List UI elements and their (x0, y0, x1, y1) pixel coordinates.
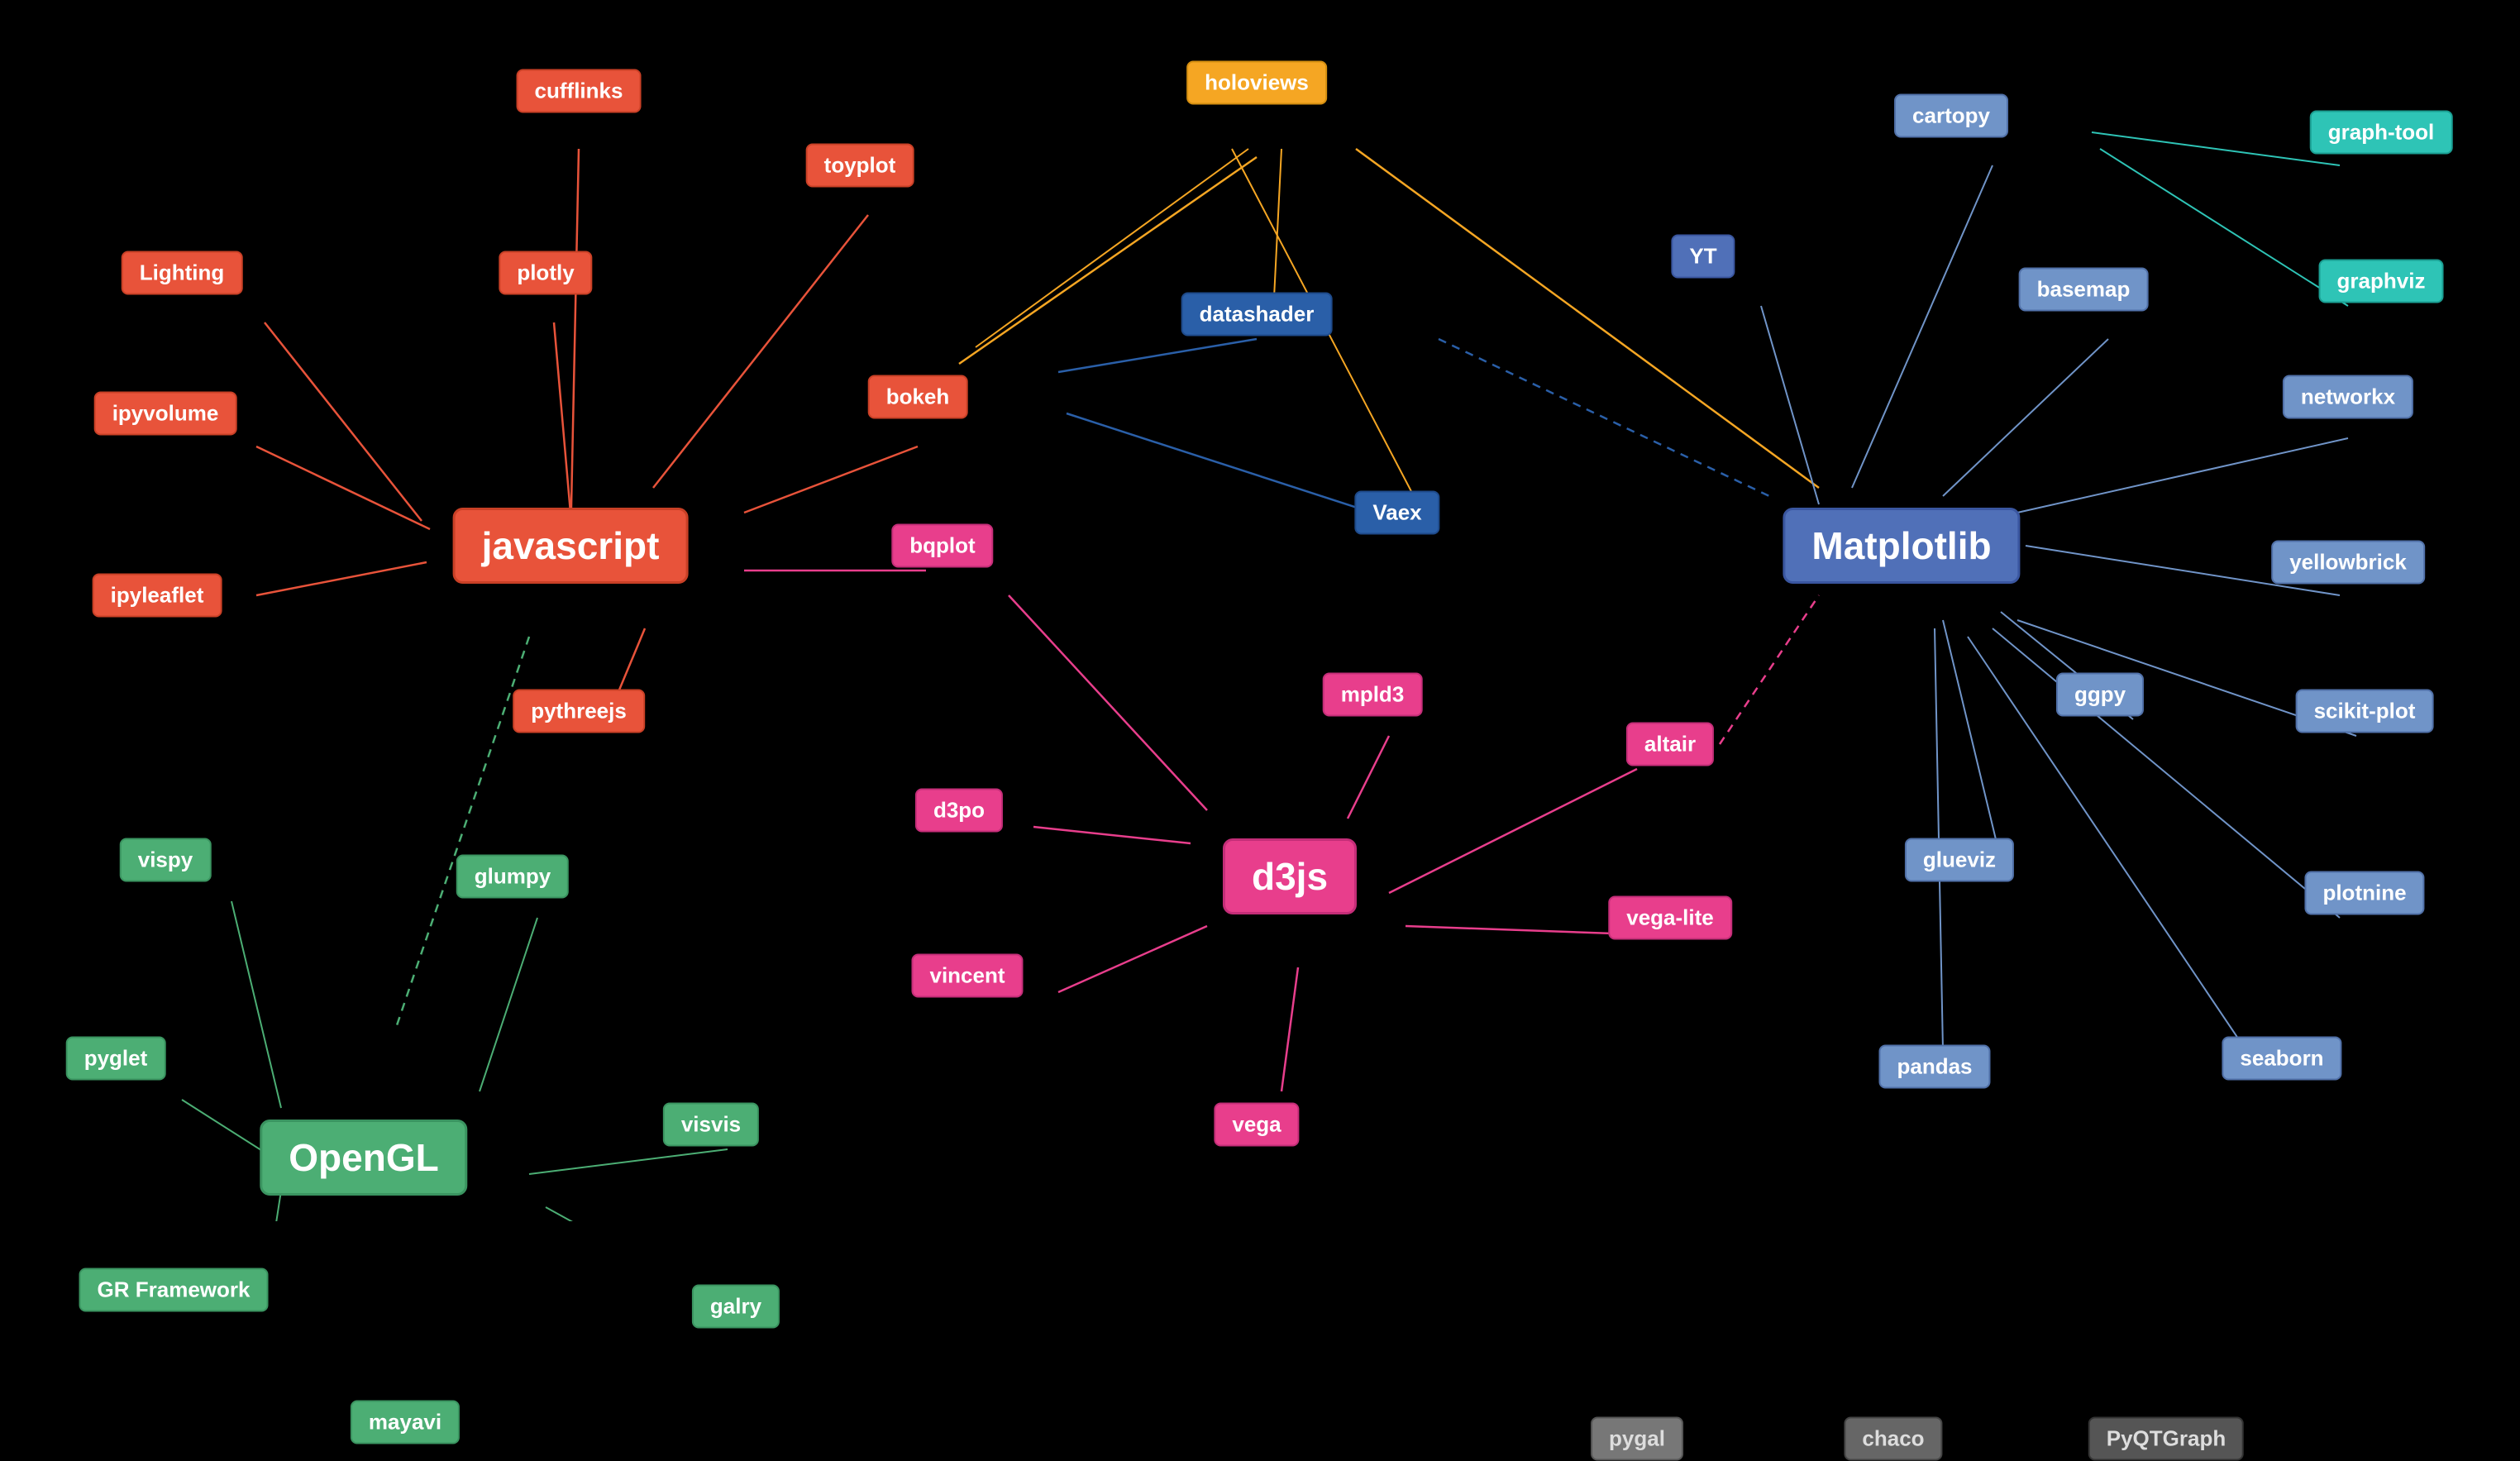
node-graphviz: graphviz (2319, 260, 2444, 303)
node-opengl: OpenGL (260, 1120, 467, 1196)
node-d3js: d3js (1223, 838, 1357, 914)
node-cufflinks: cufflinks (517, 69, 642, 113)
node-pandas: pandas (1878, 1045, 1990, 1089)
node-mayavi: mayavi (351, 1401, 460, 1444)
node-networkx: networkx (2283, 375, 2413, 419)
node-bqplot: bqplot (891, 524, 993, 568)
node-pythreejs: pythreejs (513, 690, 645, 733)
node-graphtool: graph-tool (2310, 111, 2453, 155)
node-galry: galry (692, 1285, 780, 1329)
node-lighting: Lighting (122, 251, 243, 295)
node-bokeh: bokeh (868, 375, 968, 419)
node-vispy: vispy (120, 838, 212, 882)
node-yellowbrick: yellowbrick (2271, 541, 2425, 585)
node-plotly: plotly (499, 251, 592, 295)
node-glumpy: glumpy (456, 855, 569, 899)
node-grframework: GR Framework (79, 1268, 269, 1312)
node-pyqtgraph: PyQTGraph (2088, 1417, 2244, 1461)
node-pyglet: pyglet (66, 1037, 166, 1081)
node-altair: altair (1626, 723, 1714, 766)
node-toyplot: toyplot (806, 144, 914, 188)
node-mpld3: mpld3 (1323, 673, 1423, 717)
node-yt: YT (1671, 235, 1735, 279)
node-matplotlib: Matplotlib (1783, 508, 2020, 584)
node-vincent: vincent (911, 954, 1023, 998)
node-vega: vega (1214, 1103, 1299, 1147)
node-vegalite: vega-lite (1608, 896, 1732, 940)
node-chaco: chaco (1844, 1417, 1942, 1461)
network-graph (0, 0, 2520, 1221)
node-scikitplot: scikit-plot (2296, 690, 2434, 733)
node-vaex: Vaex (1354, 491, 1439, 535)
node-glueviz: glueviz (1905, 838, 2014, 882)
node-javascript: javascript (453, 508, 689, 584)
node-basemap: basemap (2019, 268, 2149, 312)
node-visvis: visvis (663, 1103, 759, 1147)
node-plotnine: plotnine (2304, 871, 2424, 915)
node-holoviews: holoviews (1186, 61, 1327, 105)
node-ipyvolume: ipyvolume (94, 392, 237, 436)
node-cartopy: cartopy (1894, 94, 2008, 138)
node-d3po: d3po (915, 789, 1003, 833)
node-ipyleaflet: ipyleaflet (93, 574, 222, 618)
node-datashader: datashader (1181, 293, 1333, 337)
node-pygal: pygal (1591, 1417, 1683, 1461)
node-ggpy: ggpy (2056, 673, 2144, 717)
node-seaborn: seaborn (2222, 1037, 2341, 1081)
